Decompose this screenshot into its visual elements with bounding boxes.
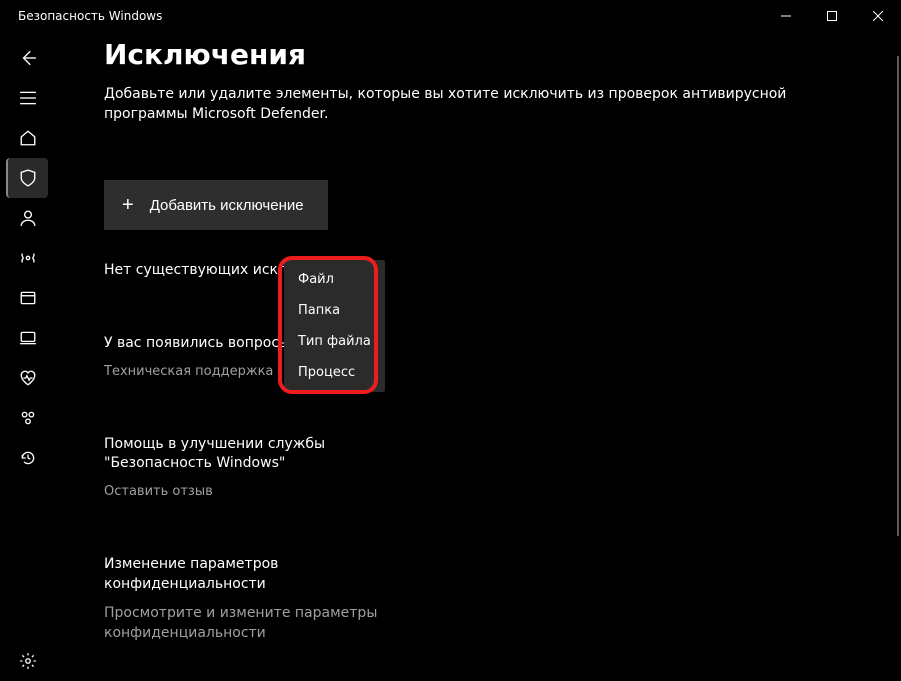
improve-title: Помощь в улучшении службы "Безопасность … <box>104 435 404 474</box>
improve-section: Помощь в улучшении службы "Безопасность … <box>104 435 404 499</box>
sidebar <box>0 32 52 681</box>
history-icon[interactable] <box>8 438 48 478</box>
settings-icon[interactable] <box>8 641 48 681</box>
dropdown-item-folder[interactable]: Папка <box>284 295 385 326</box>
dropdown-item-filetype[interactable]: Тип файла <box>284 326 385 357</box>
device-security-icon[interactable] <box>8 318 48 358</box>
back-button[interactable] <box>8 38 48 78</box>
titlebar: Безопасность Windows <box>0 0 901 32</box>
plus-icon: + <box>122 194 134 217</box>
add-button-label: Добавить исключение <box>150 197 304 214</box>
privacy-section: Изменение параметров конфиденциальности … <box>104 555 404 643</box>
window-controls <box>763 0 901 32</box>
account-icon[interactable] <box>8 198 48 238</box>
minimize-button[interactable] <box>763 0 809 32</box>
firewall-icon[interactable] <box>8 238 48 278</box>
page-title: Исключения <box>104 38 893 71</box>
app-browser-icon[interactable] <box>8 278 48 318</box>
family-icon[interactable] <box>8 398 48 438</box>
privacy-title: Изменение параметров конфиденциальности <box>104 555 404 594</box>
add-exclusion-button[interactable]: + Добавить исключение <box>104 180 328 230</box>
dropdown-item-process[interactable]: Процесс <box>284 357 385 388</box>
shield-icon[interactable] <box>6 158 48 198</box>
privacy-sub: Просмотрите и измените параметры конфиде… <box>104 604 404 643</box>
empty-exclusions-text: Нет существующих исключений. <box>104 262 893 278</box>
page-description: Добавьте или удалите элементы, которые в… <box>104 85 864 124</box>
feedback-link[interactable]: Оставить отзыв <box>104 484 404 499</box>
dropdown-item-file[interactable]: Файл <box>284 264 385 295</box>
main-content: Исключения Добавьте или удалите элементы… <box>52 32 901 681</box>
health-icon[interactable] <box>8 358 48 398</box>
home-icon[interactable] <box>8 118 48 158</box>
app-title: Безопасность Windows <box>18 9 162 23</box>
scrollbar[interactable] <box>897 56 899 536</box>
close-button[interactable] <box>855 0 901 32</box>
menu-icon[interactable] <box>8 78 48 118</box>
exclusion-type-dropdown: Файл Папка Тип файла Процесс <box>284 260 385 392</box>
maximize-button[interactable] <box>809 0 855 32</box>
